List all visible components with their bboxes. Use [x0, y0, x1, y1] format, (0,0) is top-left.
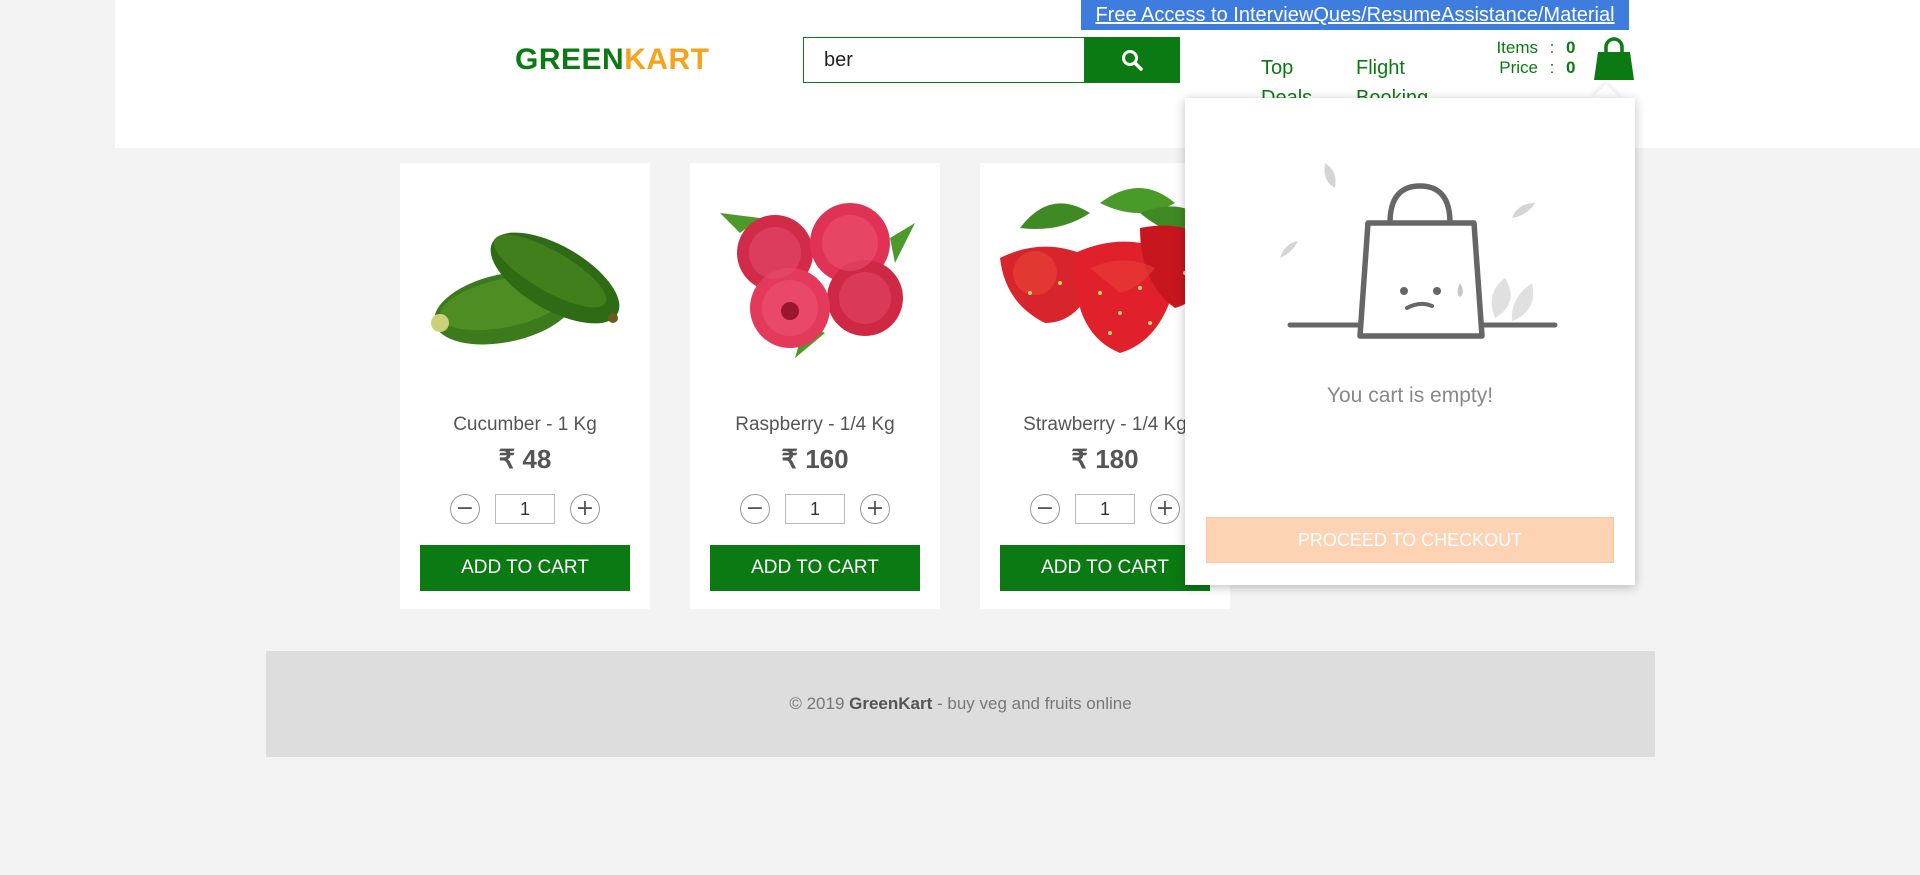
product-name: Raspberry - 1/4 Kg	[735, 414, 895, 435]
logo-green: GREEN	[515, 43, 625, 76]
minus-icon[interactable]: −	[1030, 494, 1060, 524]
cart-button[interactable]	[1593, 36, 1635, 82]
logo-kart: KART	[624, 43, 710, 76]
price-separator: :	[1549, 58, 1555, 77]
search-input[interactable]	[803, 37, 1084, 83]
product-name: Cucumber - 1 Kg	[453, 414, 597, 435]
quantity-input[interactable]	[1075, 494, 1135, 524]
price-label: Price	[1499, 58, 1538, 77]
plus-icon[interactable]: +	[570, 494, 600, 524]
add-to-cart-button[interactable]: ADD TO CART	[420, 545, 630, 591]
quantity-stepper: − +	[450, 494, 600, 524]
promo-link[interactable]: Free Access to InterviewQues/ResumeAssis…	[1081, 0, 1629, 30]
items-label: Items	[1496, 38, 1538, 57]
product-price: ₹ 48	[498, 444, 552, 474]
items-separator: :	[1549, 38, 1555, 57]
minus-icon[interactable]: −	[450, 494, 480, 524]
footer-prefix: © 2019	[789, 694, 850, 713]
minus-icon[interactable]: −	[740, 494, 770, 524]
cart-preview-popup: You cart is empty! PROCEED TO CHECKOUT	[1185, 98, 1635, 585]
add-to-cart-button[interactable]: ADD TO CART	[1000, 545, 1210, 591]
quantity-input[interactable]	[785, 494, 845, 524]
footer: © 2019 GreenKart - buy veg and fruits on…	[266, 651, 1655, 757]
plus-icon[interactable]: +	[860, 494, 890, 524]
footer-brand: GreenKart	[849, 694, 933, 713]
empty-cart-message: You cart is empty!	[1326, 384, 1494, 407]
proceed-to-checkout-button[interactable]: PROCEED TO CHECKOUT	[1206, 517, 1614, 563]
logo[interactable]: GREENKART	[515, 43, 710, 77]
cart-summary: Items : 0 Price : 0	[1486, 38, 1575, 78]
footer-suffix: - buy veg and fruits online	[932, 694, 1132, 713]
raspberry-image	[720, 203, 915, 358]
cucumber-image	[431, 232, 620, 345]
plus-icon[interactable]: +	[1150, 494, 1180, 524]
items-count: 0	[1566, 38, 1576, 57]
quantity-input[interactable]	[495, 494, 555, 524]
quantity-stepper: − +	[740, 494, 890, 524]
empty-bag-illustration	[1280, 163, 1558, 339]
search-icon	[1122, 50, 1143, 71]
product-card: Raspberry - 1/4 Kg ₹ 160 − + ADD TO CART	[690, 163, 940, 609]
product-card: Cucumber - 1 Kg ₹ 48 − + ADD TO CART	[400, 163, 650, 609]
nav-flight-booking-line1: Flight	[1356, 57, 1405, 79]
nav-top-deals-line1: Top	[1261, 57, 1294, 79]
product-price: ₹ 160	[781, 444, 849, 474]
shopping-bag-icon	[1594, 37, 1634, 80]
search-button[interactable]	[1084, 37, 1180, 83]
quantity-stepper: − +	[1030, 494, 1180, 524]
price-total: 0	[1566, 58, 1576, 77]
add-to-cart-button[interactable]: ADD TO CART	[710, 545, 920, 591]
